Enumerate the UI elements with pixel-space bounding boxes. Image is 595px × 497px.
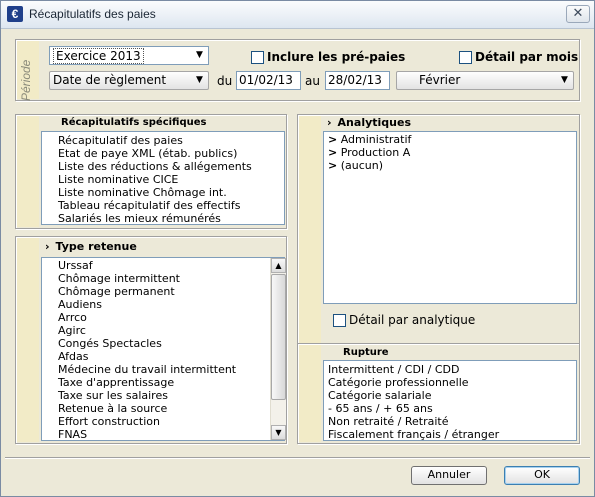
date-from-input[interactable]: 01/02/13 xyxy=(236,71,301,90)
rupture-list: Intermittent / CDI / CDD Catégorie profe… xyxy=(323,360,577,441)
list-item[interactable]: Effort construction xyxy=(42,415,284,428)
list-item[interactable]: Arrco xyxy=(42,311,284,324)
month-value: Février xyxy=(419,73,461,87)
analytique-label: (aucun) xyxy=(340,159,384,172)
type-retenue-label: Type retenue xyxy=(55,240,137,253)
exercice-select[interactable]: Exercice 2013 ▼ xyxy=(49,46,209,65)
inclure-prepaies-label: Inclure les pré-paies xyxy=(267,50,406,64)
cancel-button[interactable]: Annuler xyxy=(411,466,487,485)
list-item[interactable]: Salariés les mieux rémunérés xyxy=(42,212,284,224)
list-item[interactable]: > Administratif xyxy=(324,133,576,146)
list-item[interactable]: > Production A xyxy=(324,146,576,159)
au-label: au xyxy=(305,74,320,88)
recap-list: Récapitulatif des paies Etat de paye XML… xyxy=(41,131,285,225)
dropdown-arrow-icon[interactable]: ▼ xyxy=(557,73,572,88)
expand-arrow-icon[interactable]: > xyxy=(328,133,337,146)
type-retenue-title: › Type retenue xyxy=(45,240,137,253)
list-item[interactable]: Intermittent / CDI / CDD xyxy=(324,363,576,376)
analytiques-list: > Administratif > Production A > (aucun) xyxy=(323,131,577,304)
list-item[interactable]: Agirc xyxy=(42,324,284,337)
expand-arrow-icon[interactable]: › xyxy=(45,240,50,253)
dropdown-arrow-icon[interactable]: ▼ xyxy=(192,73,207,88)
footer-divider xyxy=(5,457,590,459)
detail-mois-checkbox[interactable] xyxy=(459,51,472,64)
date-to-input[interactable]: 28/02/13 xyxy=(325,71,390,90)
list-item[interactable]: Etat de paye XML (étab. publics) xyxy=(42,147,284,160)
scroll-thumb[interactable] xyxy=(271,274,286,400)
ok-button[interactable]: OK xyxy=(504,466,580,485)
scroll-down-icon[interactable]: ▼ xyxy=(271,425,286,440)
list-item[interactable]: Audiens xyxy=(42,298,284,311)
list-item[interactable]: Afdas xyxy=(42,350,284,363)
list-item[interactable]: Fiscalement français / étranger xyxy=(324,428,576,440)
list-item[interactable]: FNAS xyxy=(42,428,284,440)
list-item[interactable]: Récapitulatif des paies xyxy=(42,134,284,147)
detail-mois-label: Détail par mois xyxy=(475,50,579,64)
rupture-title: Rupture xyxy=(343,347,389,358)
analytiques-label: Analytiques xyxy=(337,116,411,129)
date-type-select[interactable]: Date de règlement ▼ xyxy=(49,71,209,90)
list-item[interactable]: Tableau récapitulatif des effectifs xyxy=(42,199,284,212)
list-item[interactable]: Chômage permanent xyxy=(42,285,284,298)
type-retenue-scrollbar[interactable]: ▲ ▼ xyxy=(270,258,286,440)
inclure-prepaies-checkbox[interactable] xyxy=(251,51,264,64)
scroll-up-icon[interactable]: ▲ xyxy=(271,258,286,273)
dialog-body: Période Exercice 2013 ▼ Inclure les pré-… xyxy=(5,31,590,494)
close-icon: ✕ xyxy=(572,6,584,21)
expand-arrow-icon[interactable]: > xyxy=(328,146,337,159)
list-item[interactable]: Médecine du travail intermittent xyxy=(42,363,284,376)
date-type-value: Date de règlement xyxy=(53,73,167,87)
periode-label: Période xyxy=(19,59,33,101)
list-item[interactable]: Congés Spectacles xyxy=(42,337,284,350)
analytique-label: Production A xyxy=(340,146,411,159)
list-item[interactable]: Taxe d'apprentissage xyxy=(42,376,284,389)
list-item[interactable]: - 65 ans / + 65 ans xyxy=(324,402,576,415)
exercice-value: Exercice 2013 xyxy=(53,48,144,64)
list-item[interactable]: Catégorie professionnelle xyxy=(324,376,576,389)
dropdown-arrow-icon[interactable]: ▼ xyxy=(192,48,207,63)
detail-analytique-label: Détail par analytique xyxy=(349,313,476,327)
list-item[interactable]: Catégorie salariale xyxy=(324,389,576,402)
list-item[interactable]: Non retraité / Retraité xyxy=(324,415,576,428)
title-bar: € Récapitulatifs des paies ✕ xyxy=(1,1,594,29)
month-select[interactable]: Février ▼ xyxy=(396,71,574,90)
window-title: Récapitulatifs des paies xyxy=(29,7,156,21)
close-button[interactable]: ✕ xyxy=(566,5,590,23)
expand-arrow-icon[interactable]: › xyxy=(327,116,332,129)
list-item[interactable]: Taxe sur les salaires xyxy=(42,389,284,402)
rupture-stripe xyxy=(299,345,321,442)
analytiques-title: › Analytiques xyxy=(327,116,411,129)
list-item[interactable]: Liste des réductions & allégements xyxy=(42,160,284,173)
analytiques-stripe xyxy=(299,116,321,362)
type-retenue-list: Urssaf Chômage intermittent Chômage perm… xyxy=(41,257,285,441)
du-label: du xyxy=(217,74,233,88)
analytique-label: Administratif xyxy=(340,133,412,146)
list-item[interactable]: > (aucun) xyxy=(324,159,576,172)
list-item[interactable]: Liste nominative Chômage int. xyxy=(42,186,284,199)
dialog-window: € Récapitulatifs des paies ✕ Période Exe… xyxy=(0,0,595,497)
detail-analytique-checkbox[interactable] xyxy=(333,314,346,327)
list-item[interactable]: Urssaf xyxy=(42,259,284,272)
recap-stripe xyxy=(17,116,39,227)
expand-arrow-icon[interactable]: > xyxy=(328,159,337,172)
type-retenue-stripe xyxy=(17,238,39,442)
recap-title: Récapitulatifs spécifiques xyxy=(61,117,207,128)
list-item[interactable]: Liste nominative CICE xyxy=(42,173,284,186)
app-icon: € xyxy=(7,6,23,22)
list-item[interactable]: Chômage intermittent xyxy=(42,272,284,285)
list-item[interactable]: Retenue à la source xyxy=(42,402,284,415)
